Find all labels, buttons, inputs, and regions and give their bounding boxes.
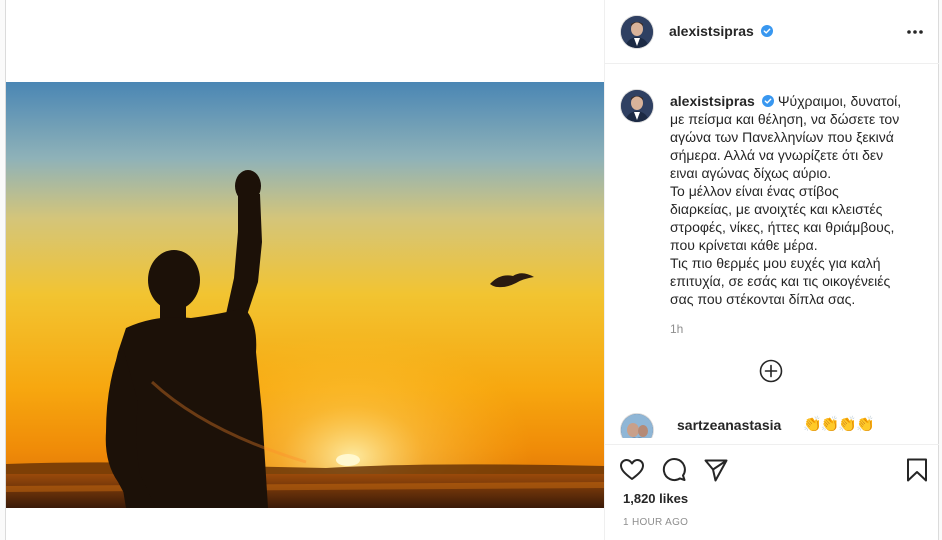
post-media [6,0,604,540]
caption-line: σας που στέκονται δίπλα σας. [670,291,856,307]
commenter-username[interactable]: sartzeanastasia [677,417,781,433]
post-caption: alexistsipras Ψύχραιμοι, δυνατοί, με πείσ… [670,92,932,308]
post-header: alexistsipras [605,0,939,64]
caption-line: αγώνα των Πανελληνίων που ξεκινά [670,129,894,145]
post-container: alexistsipras alexistsipras Ψύχραιμοι, δ… [5,0,939,540]
more-horizontal-icon[interactable] [905,24,925,40]
bookmark-icon[interactable] [904,457,930,483]
caption-line: στροφές, νίκες, ήττες και θριάμβους, [670,219,895,235]
caption-line: Το μέλλον είναι ένας στίβος [670,183,839,199]
commenter-avatar[interactable] [621,414,653,438]
caption-line: Τις πιο θερμές μου ευχές για καλή [670,255,881,271]
plus-circle-icon[interactable] [759,359,783,383]
caption-author-avatar[interactable] [621,90,653,122]
caption-line: ειναι αγώνας δίχως αύριο. [670,165,832,181]
comment-text: 👏👏👏👏 [803,416,875,433]
header-username-text[interactable]: alexistsipras [669,23,754,39]
sunset-silhouette-image [6,82,604,508]
comment-item: sartzeanastasia 👏👏👏👏 [621,414,931,438]
caption-username[interactable]: alexistsipras [670,93,755,109]
comments-section: alexistsipras Ψύχραιμοι, δυνατοί, με πείσ… [605,64,939,438]
paper-plane-icon[interactable] [703,457,729,483]
post-photo[interactable] [6,82,604,508]
heart-icon[interactable] [619,457,645,483]
comment-bubble-icon[interactable] [661,457,687,483]
header-username[interactable]: alexistsipras [669,23,773,39]
post-sidebar: alexistsipras alexistsipras Ψύχραιμοι, δ… [604,0,939,540]
caption-line: επιτυχία, σε εσάς και τις οικογένειές [670,273,891,289]
post-timestamp[interactable]: 1 HOUR AGO [623,517,688,528]
caption-line: Ψύχραιμοι, δυνατοί, [777,93,902,109]
verified-badge-icon [761,95,774,107]
author-avatar[interactable] [621,16,653,48]
caption-line: διαρκείας, με ανοιχτές και κλειστές [670,201,883,217]
caption-timestamp: 1h [670,322,684,336]
caption-line: με πείσμα και θέληση, να δώσετε τον [670,111,900,127]
caption-line: που κρίνεται κάθε μέρα. [670,237,818,253]
verified-badge-icon [760,25,773,37]
action-bar [605,444,939,494]
caption-line: σήμερα. Αλλά να γνωρίζετε ότι δεν [670,147,884,163]
likes-count[interactable]: 1,820 likes [623,491,688,506]
